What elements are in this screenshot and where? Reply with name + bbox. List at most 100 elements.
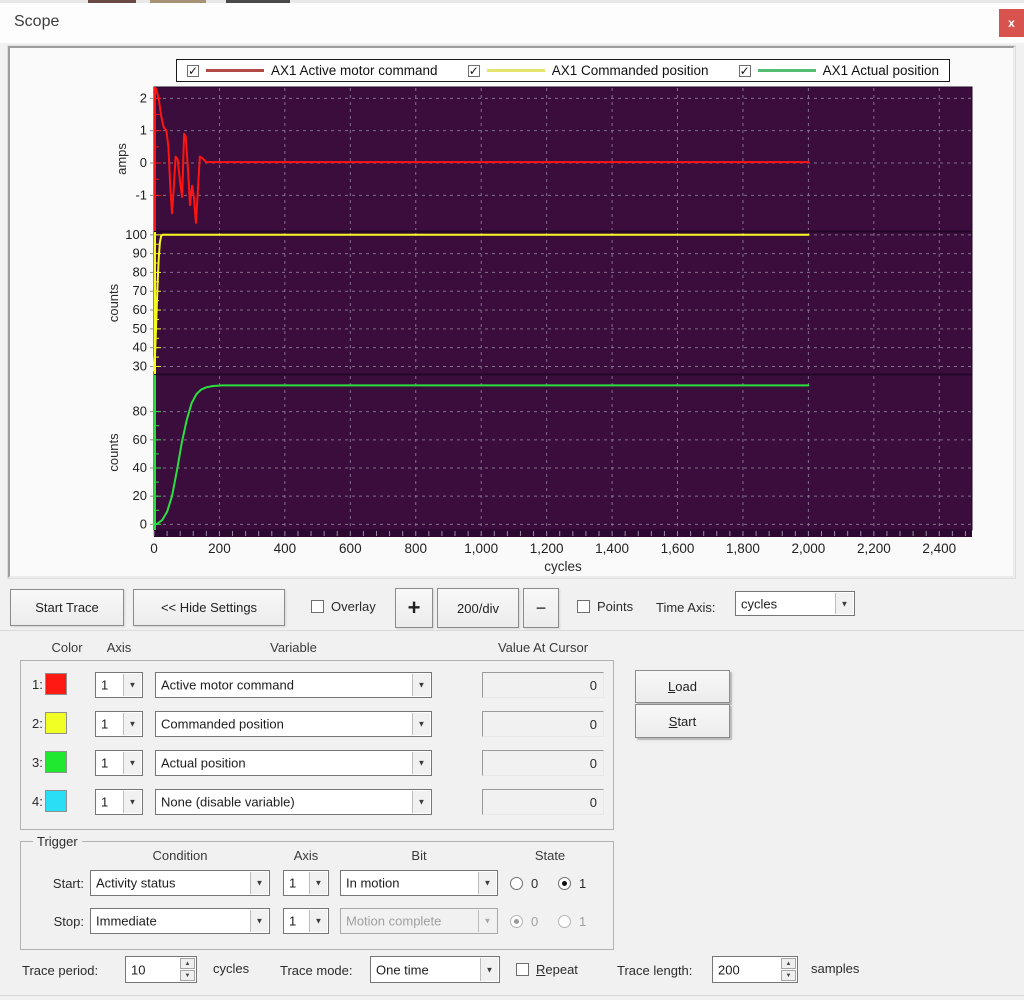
trace-row-number: 3:: [32, 755, 43, 770]
variable-select[interactable]: Active motor command: [155, 672, 432, 698]
variable-select[interactable]: None (disable variable): [155, 789, 432, 815]
chevron-down-icon: [412, 713, 430, 735]
spin-down-icon[interactable]: [180, 970, 195, 981]
svg-text:1,600: 1,600: [661, 541, 695, 556]
trace-mode-select[interactable]: One time: [370, 956, 500, 983]
svg-text:cycles: cycles: [544, 559, 582, 574]
svg-text:50: 50: [133, 321, 147, 336]
color-swatch[interactable]: [45, 790, 67, 812]
color-swatch[interactable]: [45, 673, 67, 695]
divider: [0, 995, 1024, 996]
stop-state-0-radio: [510, 915, 523, 928]
stop-state-1-radio: [558, 915, 571, 928]
points-checkbox[interactable]: [577, 600, 590, 613]
start-axis-select[interactable]: 1: [283, 870, 329, 896]
axis-select[interactable]: 1: [95, 750, 143, 776]
start-state-0-label: 0: [531, 876, 539, 891]
svg-text:20: 20: [133, 488, 147, 503]
axis-select[interactable]: 1: [95, 789, 143, 815]
start-button[interactable]: Start: [635, 704, 730, 738]
trace-length-units: samples: [811, 961, 860, 976]
start-state-1-radio[interactable]: [558, 877, 571, 890]
variable-select[interactable]: Commanded position: [155, 711, 432, 737]
svg-text:80: 80: [133, 264, 147, 279]
chevron-down-icon: [250, 872, 268, 894]
chevron-down-icon: [412, 674, 430, 696]
svg-text:90: 90: [133, 246, 147, 261]
svg-text:2: 2: [140, 90, 147, 105]
trace-length-label: Trace length:: [617, 963, 693, 978]
divider: [0, 630, 1024, 631]
trigger-title: Trigger: [33, 834, 82, 849]
trigger-axis-header: Axis: [293, 848, 319, 863]
spin-up-icon[interactable]: [781, 958, 796, 969]
svg-text:2,200: 2,200: [857, 541, 891, 556]
axis-select[interactable]: 1: [95, 711, 143, 737]
trace-length-input[interactable]: 200: [712, 956, 798, 983]
repeat-label: Repeat: [536, 962, 578, 977]
svg-text:counts: counts: [106, 433, 121, 472]
stop-state-0-label: 0: [531, 914, 539, 929]
legend-trace-checkbox[interactable]: [738, 64, 751, 78]
legend-item: AX1 Active motor command: [187, 63, 438, 78]
stop-condition-select[interactable]: Immediate: [90, 908, 270, 934]
chevron-down-icon: [478, 872, 496, 894]
svg-text:600: 600: [339, 541, 362, 556]
time-per-div-button[interactable]: 200/div: [437, 588, 519, 628]
svg-text:40: 40: [133, 340, 147, 355]
chevron-down-icon: [123, 713, 141, 735]
svg-text:1,000: 1,000: [464, 541, 498, 556]
plot-panel: AX1 Active motor command AX1 Commanded po…: [7, 45, 1016, 579]
legend-trace-checkbox[interactable]: [467, 64, 480, 78]
svg-text:1,200: 1,200: [530, 541, 564, 556]
variable-column-header: Variable: [270, 640, 317, 655]
trace-row-number: 1:: [32, 677, 43, 692]
trigger-start-label: Start:: [52, 876, 84, 891]
state-header: State: [534, 848, 566, 863]
legend-label: AX1 Active motor command: [271, 63, 438, 78]
svg-text:70: 70: [133, 283, 147, 298]
legend-item: AX1 Actual position: [738, 63, 939, 78]
color-swatch[interactable]: [45, 751, 67, 773]
time-axis-select[interactable]: cycles: [735, 591, 855, 616]
hide-settings-button[interactable]: << Hide Settings: [133, 589, 285, 626]
start-condition-select[interactable]: Activity status: [90, 870, 270, 896]
chevron-down-icon: [309, 910, 327, 932]
load-button[interactable]: Load: [635, 670, 730, 703]
scope-window: Scope x AX1 Active motor command AX1 Comm…: [0, 0, 1024, 1000]
trace-row-number: 4:: [32, 794, 43, 809]
chevron-down-icon: [412, 752, 430, 774]
axis-select[interactable]: 1: [95, 672, 143, 698]
zoom-out-button[interactable]: −: [523, 588, 559, 628]
value-at-cursor-field: 0: [482, 711, 604, 737]
close-button[interactable]: x: [999, 9, 1024, 37]
spin-down-icon[interactable]: [781, 970, 796, 981]
start-state-0-radio[interactable]: [510, 877, 523, 890]
trace-period-input[interactable]: 10: [125, 956, 197, 983]
overlay-checkbox[interactable]: [311, 600, 324, 613]
legend-label: AX1 Actual position: [822, 63, 939, 78]
svg-text:0: 0: [140, 516, 147, 531]
chevron-down-icon: [835, 593, 853, 614]
start-trace-button[interactable]: Start Trace: [10, 589, 124, 626]
svg-text:200: 200: [208, 541, 231, 556]
legend-trace-checkbox[interactable]: [187, 64, 199, 78]
svg-text:1,400: 1,400: [595, 541, 629, 556]
chevron-down-icon: [250, 910, 268, 932]
stop-axis-select[interactable]: 1: [283, 908, 329, 934]
legend-line-swatch: [757, 69, 816, 72]
zoom-in-button[interactable]: +: [395, 588, 433, 628]
spin-up-icon[interactable]: [180, 958, 195, 969]
stop-bit-select: Motion complete: [340, 908, 498, 934]
trace-mode-label: Trace mode:: [280, 963, 353, 978]
chevron-down-icon: [123, 791, 141, 813]
trace-period-label: Trace period:: [22, 963, 99, 978]
repeat-checkbox[interactable]: [516, 963, 529, 976]
variable-select[interactable]: Actual position: [155, 750, 432, 776]
chevron-down-icon: [309, 872, 327, 894]
svg-text:100: 100: [125, 227, 147, 242]
start-bit-select[interactable]: In motion: [340, 870, 498, 896]
value-at-cursor-field: 0: [482, 789, 604, 815]
color-swatch[interactable]: [45, 712, 67, 734]
svg-text:60: 60: [133, 302, 147, 317]
